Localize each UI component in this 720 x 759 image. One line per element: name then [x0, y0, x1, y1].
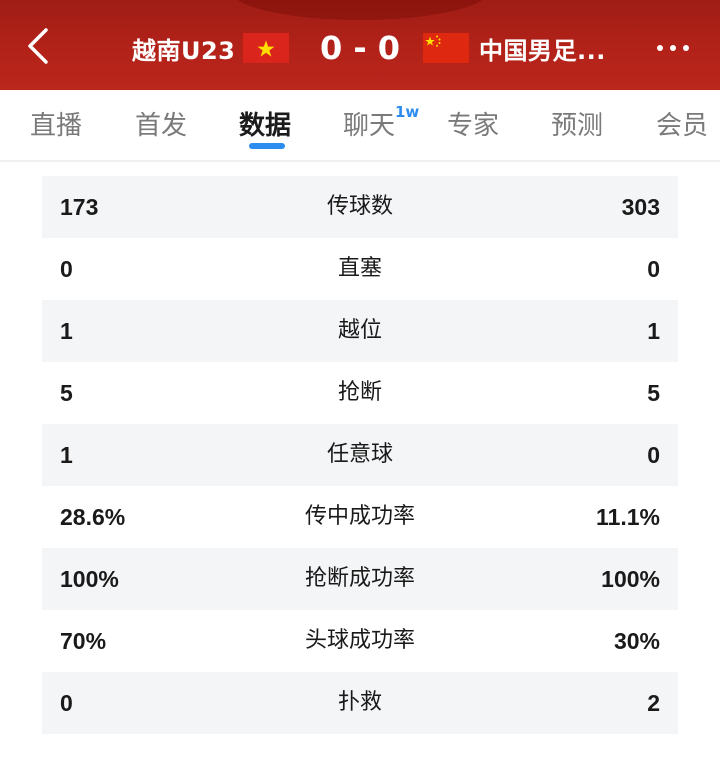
stat-row: 0 扑救 2 [42, 672, 678, 734]
away-team[interactable]: 中国男足... [423, 30, 606, 66]
tab-bar: 直播 首发 数据 聊天 1w 专家 预测 会员 [0, 90, 720, 162]
match-score: 0 - 0 [319, 29, 401, 67]
home-team-name: 越南U23 [132, 36, 236, 65]
active-tab-indicator [249, 143, 285, 149]
stat-row: 28.6% 传中成功率 11.1% [42, 486, 678, 548]
stat-label: 传中成功率 [304, 504, 415, 529]
away-team-name: 中国男足... [479, 36, 606, 65]
stat-away-value: 11.1% [596, 504, 660, 530]
stat-row: 173 传球数 303 [42, 176, 678, 238]
stat-label: 抢断 [337, 380, 382, 405]
match-header: 越南U23 0 - 0 中国男足... [0, 0, 720, 90]
back-button[interactable] [18, 26, 58, 66]
stat-label: 越位 [337, 318, 382, 343]
more-dot-icon [683, 45, 689, 51]
stat-label: 传球数 [326, 194, 393, 219]
stat-away-value: 5 [647, 380, 660, 406]
stat-row: 100% 抢断成功率 100% [42, 548, 678, 610]
vietnam-flag-icon [243, 33, 290, 63]
stat-away-value: 303 [621, 194, 660, 220]
home-team[interactable]: 越南U23 [132, 30, 290, 66]
tab-divider [0, 160, 720, 162]
stat-label: 抢断成功率 [304, 566, 415, 591]
more-options-button[interactable] [648, 30, 698, 66]
stat-away-value: 1 [647, 318, 660, 344]
back-arrow-icon [28, 28, 48, 64]
tab-chat[interactable]: 聊天 1w [343, 90, 419, 162]
tab-lineup[interactable]: 首发 [135, 90, 187, 162]
stat-away-value: 0 [647, 442, 660, 468]
tab-stats[interactable]: 数据 [239, 90, 291, 162]
stat-row: 1 任意球 0 [42, 424, 678, 486]
tab-live[interactable]: 直播 [30, 90, 82, 162]
tab-member[interactable]: 会员 [656, 90, 708, 162]
stat-label: 扑救 [337, 690, 382, 715]
stat-row: 5 抢断 5 [42, 362, 678, 424]
stat-away-value: 0 [647, 256, 660, 282]
stat-row: 1 越位 1 [42, 300, 678, 362]
stat-away-value: 2 [647, 690, 660, 716]
stat-row: 70% 头球成功率 30% [42, 610, 678, 672]
more-dot-icon [657, 45, 663, 51]
stat-row: 0 直塞 0 [42, 238, 678, 300]
tab-experts[interactable]: 专家 [447, 90, 499, 162]
tab-predict[interactable]: 预测 [551, 90, 603, 162]
chat-count-badge: 1w [395, 103, 420, 121]
more-dot-icon [670, 45, 676, 51]
china-flag-icon [423, 33, 469, 63]
tab-chat-label: 聊天 [343, 111, 396, 141]
stat-away-value: 100% [601, 566, 660, 592]
stat-label: 直塞 [337, 256, 382, 281]
stats-table: 173 传球数 303 0 直塞 0 1 越位 1 5 抢断 5 1 任意球 0… [42, 176, 678, 734]
stat-label: 头球成功率 [304, 628, 415, 653]
stat-away-value: 30% [613, 628, 660, 654]
stat-label: 任意球 [326, 442, 393, 467]
